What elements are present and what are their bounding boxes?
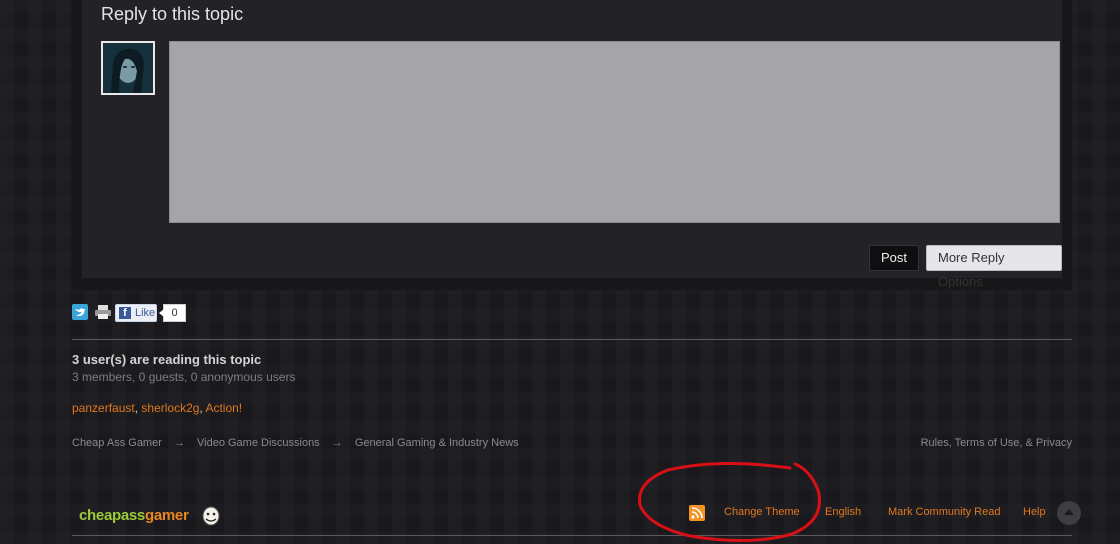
change-theme-link[interactable]: Change Theme bbox=[724, 506, 800, 518]
arrow-up-icon[interactable] bbox=[1057, 501, 1081, 525]
breadcrumb-separator: → bbox=[331, 437, 343, 449]
site-logo[interactable]: cheapassgamer bbox=[79, 507, 189, 524]
print-icon[interactable] bbox=[94, 304, 112, 320]
mark-community-read-link[interactable]: Mark Community Read bbox=[888, 506, 1000, 518]
logo-part-gamer: gamer bbox=[144, 507, 189, 524]
reply-title: Reply to this topic bbox=[101, 4, 244, 24]
breadcrumb-separator: → bbox=[173, 437, 185, 449]
reply-panel: Reply to this topic Post More Reply Opti… bbox=[82, 0, 1062, 289]
divider bbox=[72, 339, 1072, 340]
user-avatar[interactable] bbox=[101, 41, 155, 95]
mascot-face-icon bbox=[202, 506, 220, 526]
readers-subtitle: 3 members, 0 guests, 0 anonymous users bbox=[72, 370, 296, 384]
logo-part-cheapass: cheapass bbox=[79, 507, 145, 524]
breadcrumb-item[interactable]: Video Game Discussions bbox=[197, 437, 320, 449]
readers-title: 3 user(s) are reading this topic bbox=[72, 352, 262, 367]
reader-link[interactable]: Action! bbox=[205, 401, 242, 415]
like-count: 0 bbox=[159, 304, 186, 322]
reader-link[interactable]: sherlock2g bbox=[141, 401, 199, 415]
rss-icon[interactable] bbox=[689, 505, 705, 521]
language-link[interactable]: English bbox=[825, 506, 861, 518]
like-label: Like bbox=[135, 307, 156, 319]
reply-box: Reply to this topic Post More Reply Opti… bbox=[72, 0, 1072, 290]
help-link[interactable]: Help bbox=[1023, 506, 1046, 518]
twitter-icon[interactable] bbox=[72, 304, 88, 320]
rules-link[interactable]: Rules, Terms of Use, & Privacy bbox=[921, 437, 1072, 449]
reader-link[interactable]: panzerfaust bbox=[72, 401, 135, 415]
facebook-icon: f bbox=[119, 307, 131, 319]
post-button[interactable]: Post bbox=[869, 245, 920, 271]
breadcrumb-item[interactable]: General Gaming & Industry News bbox=[355, 437, 519, 449]
breadcrumb-item[interactable]: Cheap Ass Gamer bbox=[72, 437, 162, 449]
breadcrumb: Cheap Ass Gamer → Video Game Discussions… bbox=[72, 437, 519, 449]
facebook-like-button[interactable]: f Like bbox=[115, 304, 157, 322]
readers-list: panzerfaust, sherlock2g, Action! bbox=[72, 401, 243, 415]
footer-divider bbox=[72, 535, 1072, 536]
reply-editor[interactable] bbox=[169, 41, 1060, 223]
more-reply-options-button[interactable]: More Reply Options bbox=[926, 245, 1062, 289]
